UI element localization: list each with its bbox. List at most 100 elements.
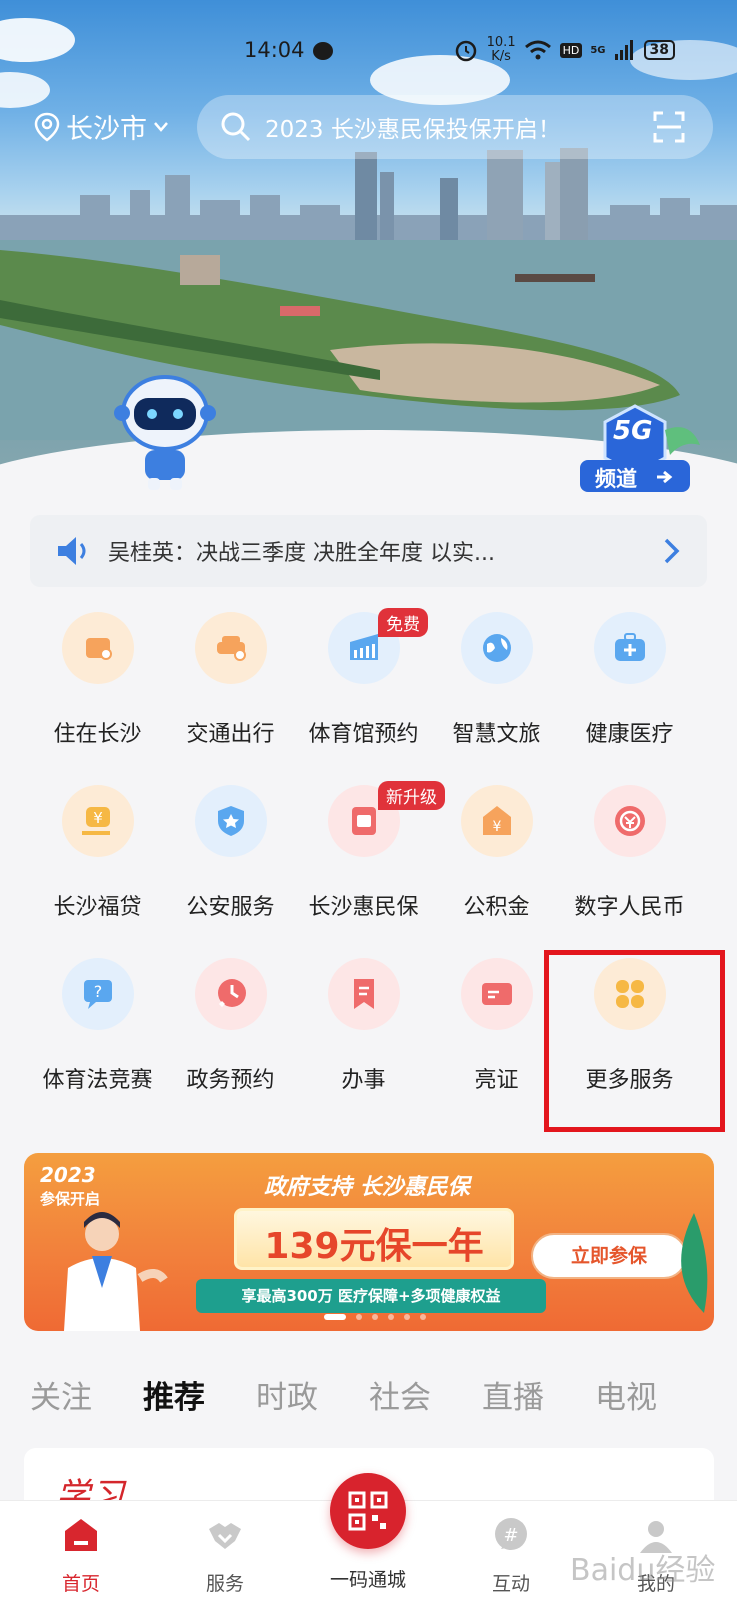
service-digital-yuan[interactable]: 数字人民币 bbox=[562, 785, 697, 955]
news-ticker[interactable]: 吴桂英：决战三季度 决胜全年度 以实... bbox=[30, 515, 707, 587]
service-clock[interactable]: 政务预约 bbox=[163, 958, 298, 1128]
message-icon bbox=[313, 42, 333, 60]
service-label: 公安服务 bbox=[186, 895, 275, 920]
globe-icon bbox=[483, 634, 511, 662]
5g-channel-label: 频道 bbox=[595, 467, 637, 491]
tab-4[interactable]: 直播 bbox=[482, 1372, 544, 1417]
svg-text:¥: ¥ bbox=[93, 809, 103, 827]
battery-indicator: 38 bbox=[643, 40, 675, 60]
tab-2[interactable]: 时政 bbox=[256, 1372, 318, 1417]
stadium-icon bbox=[350, 634, 378, 660]
service-icon-bg bbox=[195, 785, 267, 857]
tab-0[interactable]: 关注 bbox=[30, 1372, 92, 1417]
service-icon-bg bbox=[62, 612, 134, 684]
5g-channel-button[interactable]: 5G 频道 bbox=[565, 400, 705, 500]
service-label: 长沙惠民保 bbox=[308, 895, 419, 920]
location-pin-icon bbox=[34, 112, 60, 142]
5g-badge-text: 5G bbox=[613, 416, 653, 446]
hd-badge: HD bbox=[559, 42, 583, 58]
digital-yuan-icon bbox=[615, 806, 645, 836]
yuan-hand-icon: ¥ bbox=[82, 807, 110, 835]
status-bar: 14:04 10.1 K/s HD 5G 38 bbox=[0, 36, 737, 66]
chevron-down-icon bbox=[154, 121, 168, 132]
service-label: 体育馆预约 bbox=[308, 722, 419, 747]
tab-1[interactable]: 推荐 bbox=[143, 1372, 205, 1417]
service-label: 智慧文旅 bbox=[452, 722, 541, 747]
service-bookmark[interactable]: 办事 bbox=[296, 958, 431, 1128]
handshake-icon bbox=[209, 1523, 241, 1549]
service-label: 健康医疗 bbox=[585, 722, 674, 747]
service-car[interactable]: 交通出行 bbox=[163, 612, 298, 782]
service-label: 住在长沙 bbox=[53, 722, 142, 747]
leaf-decoration-icon bbox=[681, 1213, 708, 1313]
service-police-shield[interactable]: 公安服务 bbox=[163, 785, 298, 955]
tab-3[interactable]: 社会 bbox=[369, 1372, 431, 1417]
city-selector[interactable]: 长沙市 bbox=[34, 107, 169, 146]
service-icon-bg: ¥ bbox=[461, 785, 533, 857]
robot-mascot-icon[interactable] bbox=[110, 368, 220, 493]
id-card-icon bbox=[482, 983, 512, 1005]
chevron-right-icon[interactable] bbox=[663, 537, 681, 565]
service-icon-bg: ? bbox=[62, 958, 134, 1030]
search-bar[interactable]: 2023 长沙惠民保投保开启！ bbox=[197, 95, 713, 159]
service-insurance-doc[interactable]: 新升级 长沙惠民保 bbox=[296, 781, 445, 955]
service-label: 办事 bbox=[341, 1068, 386, 1093]
speaker-icon bbox=[58, 537, 86, 565]
qr-code-icon bbox=[348, 1491, 388, 1531]
nav-home[interactable]: 首页 bbox=[26, 1515, 136, 1596]
arrow-right-icon bbox=[657, 470, 673, 484]
service-icon-bg bbox=[594, 612, 666, 684]
service-label: 数字人民币 bbox=[574, 895, 685, 920]
banner-year-sub: 参保开启 bbox=[40, 1190, 101, 1208]
service-yuan-hand[interactable]: ¥ 长沙福贷 bbox=[30, 785, 165, 955]
svg-text:¥: ¥ bbox=[493, 819, 502, 835]
service-medical-kit[interactable]: 健康医疗 bbox=[562, 612, 697, 782]
car-icon bbox=[217, 636, 246, 661]
price-box: 139元保一年 bbox=[234, 1208, 514, 1270]
service-house-wallet[interactable]: 住在长沙 bbox=[30, 612, 165, 782]
service-icon-bg bbox=[195, 612, 267, 684]
service-label: 政务预约 bbox=[186, 1068, 275, 1093]
clock-icon bbox=[218, 979, 246, 1007]
service-stadium[interactable]: 免费体育馆预约 bbox=[296, 608, 431, 782]
nav-services[interactable]: 服务 bbox=[170, 1515, 280, 1596]
insurance-promo-banner[interactable]: 2023 参保开启 政府支持 长沙惠民保 139元保一年 享最高300万 医疗保… bbox=[24, 1153, 714, 1331]
banner-year: 2023 bbox=[40, 1163, 96, 1187]
yuan-house-icon: ¥ bbox=[483, 806, 511, 835]
search-placeholder: 2023 长沙惠民保投保开启！ bbox=[265, 117, 561, 143]
svg-text:?: ? bbox=[94, 982, 103, 1001]
service-icon-bg bbox=[328, 958, 400, 1030]
service-globe[interactable]: 智慧文旅 bbox=[429, 612, 564, 782]
watermark: Baidu经验 bbox=[570, 1553, 716, 1588]
service-icon-bg bbox=[461, 958, 533, 1030]
nav-interact[interactable]: # 互动 bbox=[456, 1515, 566, 1596]
search-icon bbox=[221, 112, 251, 142]
highlight-box bbox=[544, 950, 725, 1132]
service-quiz[interactable]: ? 体育法竞赛 bbox=[30, 958, 165, 1128]
scan-icon[interactable] bbox=[653, 111, 685, 143]
ticker-text: 吴桂英：决战三季度 决胜全年度 以实... bbox=[108, 541, 495, 566]
bookmark-icon bbox=[354, 979, 374, 1009]
banner-slogan: 政府支持 长沙惠民保 bbox=[264, 1175, 470, 1200]
service-label: 公积金 bbox=[463, 895, 530, 920]
city-name: 长沙市 bbox=[66, 114, 147, 145]
banner-subtitle: 享最高300万 医疗保障+多项健康权益 bbox=[241, 1287, 501, 1305]
status-time: 14:04 bbox=[244, 38, 305, 62]
service-label: 体育法竞赛 bbox=[42, 1068, 153, 1093]
quiz-icon: ? bbox=[84, 980, 112, 1009]
doctor-illustration-icon bbox=[64, 1212, 168, 1331]
service-badge: 免费 bbox=[378, 608, 428, 637]
service-label: 交通出行 bbox=[186, 722, 275, 747]
service-yuan-house[interactable]: ¥ 公积金 bbox=[429, 785, 564, 955]
service-icon-bg bbox=[594, 785, 666, 857]
qr-code-button[interactable] bbox=[330, 1473, 406, 1549]
feed-tabs: 关注 推荐 时政 社会 直播 电视 bbox=[30, 1372, 710, 1422]
hashtag-chat-icon: # bbox=[495, 1518, 527, 1550]
alarm-icon bbox=[455, 40, 476, 62]
banner-price: 139元保一年 bbox=[264, 1226, 484, 1267]
network-type: 5G bbox=[590, 44, 606, 56]
wifi-icon bbox=[524, 40, 551, 60]
net-speed: 10.1 K/s bbox=[486, 35, 516, 64]
top-bar: 长沙市 2023 长沙惠民保投保开启！ bbox=[0, 95, 737, 159]
tab-5[interactable]: 电视 bbox=[595, 1372, 657, 1417]
